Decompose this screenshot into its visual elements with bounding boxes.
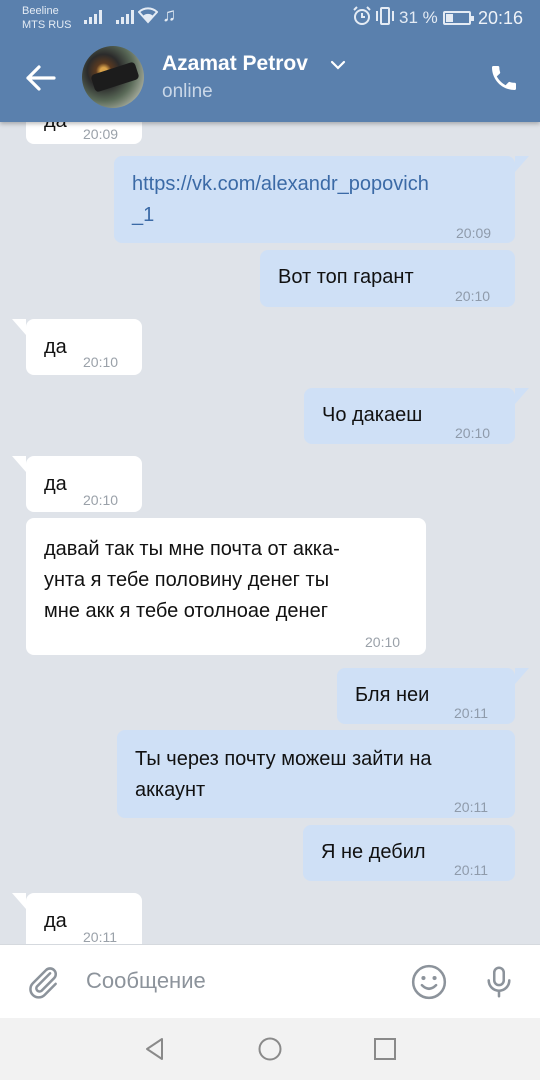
message-time: 20:10 (455, 425, 491, 441)
message-time: 20:11 (454, 705, 488, 721)
message-time: 20:09 (456, 225, 492, 241)
alarm-icon (352, 6, 372, 30)
back-button[interactable] (22, 60, 62, 96)
message-text-line-2: аккаунт (135, 779, 206, 801)
recents-square-icon[interactable] (372, 1036, 398, 1062)
carrier-2: MTS RUS (22, 19, 72, 31)
system-nav-bar (0, 1018, 540, 1080)
carrier-1: Beeline (22, 5, 59, 17)
phone-icon (492, 66, 516, 90)
message-text: да (44, 122, 67, 137)
message-time: 20:10 (455, 288, 491, 304)
message-text-line-1: давай так ты мне почта от акка- (44, 538, 340, 560)
signal-2-icon (116, 9, 134, 24)
music-note-icon: ♫ (162, 5, 177, 26)
message-text: Чо дакаеш (322, 404, 423, 426)
message-text: да (44, 473, 67, 495)
emoji-icon[interactable] (410, 963, 448, 1001)
message-text: Вот топ гарант (278, 266, 414, 288)
message-text: да (44, 336, 67, 358)
call-button[interactable] (488, 62, 520, 94)
message-incoming[interactable]: давай так ты мне почта от акка- унта я т… (26, 518, 426, 655)
home-circle-icon[interactable] (257, 1036, 283, 1062)
message-text: да (44, 910, 67, 932)
message-text: Бля неи (355, 684, 430, 706)
avatar[interactable] (82, 46, 144, 108)
message-text-line-1: Ты через почту можеш зайти на (135, 748, 432, 770)
message-time: 20:11 (454, 862, 488, 878)
back-arrow-icon (26, 65, 56, 91)
wifi-icon (137, 6, 159, 28)
battery-level (446, 14, 453, 22)
vibrate-icon (374, 6, 396, 30)
status-bar: Beeline MTS RUS ♫ 31 % 20:16 (0, 0, 540, 36)
message-composer: Сообщение (0, 944, 540, 1018)
message-text: Я не дебил (321, 841, 426, 863)
message-text-line-2: унта я тебе половину денег ты (44, 569, 330, 591)
status-time: 20:16 (478, 8, 524, 28)
message-incoming[interactable]: да 20:09 (26, 122, 142, 144)
message-incoming[interactable]: да 20:10 (12, 456, 142, 512)
message-incoming[interactable]: да 20:11 (12, 893, 142, 944)
message-outgoing[interactable]: Бля неи 20:11 (337, 668, 529, 724)
app-header: Beeline MTS RUS ♫ 31 % 20:16 Azamat Petr… (0, 0, 540, 122)
battery-icon (443, 11, 474, 25)
message-outgoing[interactable]: Я не дебил 20:11 (303, 825, 515, 881)
battery-percent: 31 % (399, 8, 438, 27)
message-outgoing[interactable]: Чо дакаеш 20:10 (304, 388, 529, 444)
message-outgoing[interactable]: https://vk.com/alexandr_popovich _1 20:0… (114, 156, 529, 243)
message-link-line-2[interactable]: _1 (132, 200, 154, 231)
back-triangle-icon[interactable] (142, 1036, 168, 1062)
contact-name[interactable]: Azamat Petrov (162, 52, 308, 76)
message-time: 20:09 (83, 126, 119, 142)
message-list[interactable]: да 20:09 https://vk.com/alexandr_popovic… (0, 122, 540, 944)
message-time: 20:11 (83, 929, 117, 944)
paperclip-icon[interactable] (24, 963, 62, 1001)
message-time: 20:10 (83, 492, 119, 508)
message-incoming[interactable]: да 20:10 (12, 319, 142, 375)
chevron-down-icon[interactable] (330, 58, 346, 72)
message-input[interactable]: Сообщение (86, 968, 206, 994)
message-time: 20:11 (454, 799, 488, 815)
contact-status: online (162, 81, 213, 102)
message-time: 20:10 (83, 354, 119, 370)
message-text-line-3: мне акк я тебе отолноае денег (44, 600, 328, 622)
message-outgoing[interactable]: Вот топ гарант 20:10 (260, 250, 515, 307)
message-link-line-1[interactable]: https://vk.com/alexandr_popovich (132, 169, 429, 200)
signal-1-icon (84, 9, 102, 24)
microphone-icon[interactable] (480, 963, 518, 1001)
carrier-labels: Beeline MTS RUS (22, 4, 72, 32)
message-outgoing[interactable]: Ты через почту можеш зайти на аккаунт 20… (117, 730, 515, 818)
message-time: 20:10 (365, 634, 401, 650)
